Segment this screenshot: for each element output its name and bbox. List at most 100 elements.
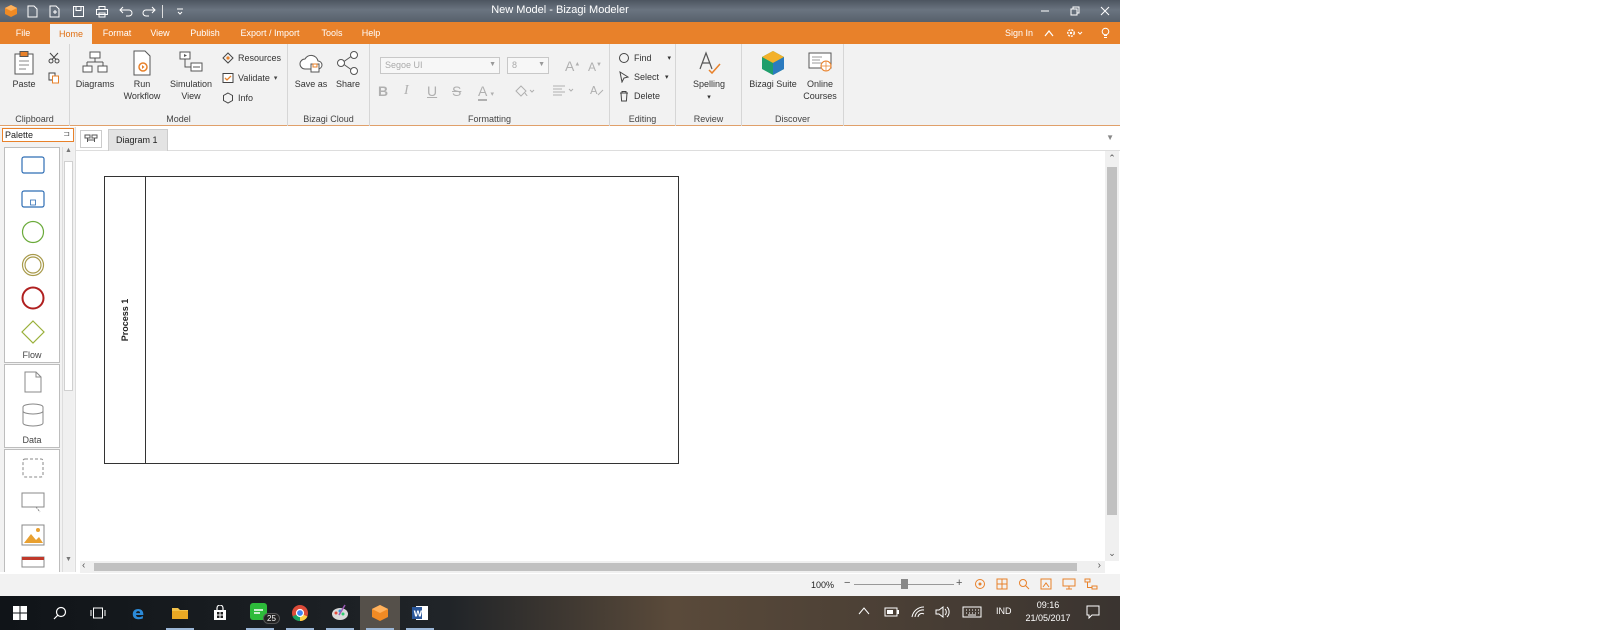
data-store-icon[interactable] bbox=[5, 403, 61, 427]
zoom-slider[interactable] bbox=[854, 579, 954, 589]
scroll-down-icon[interactable]: ⌄ bbox=[1105, 548, 1119, 559]
italic-icon[interactable]: I bbox=[404, 83, 409, 99]
run-workflow-button[interactable]: Run Workflow bbox=[120, 50, 164, 102]
horizontal-scroll-thumb[interactable] bbox=[94, 563, 1077, 571]
store-icon[interactable] bbox=[200, 596, 240, 630]
underline-icon[interactable]: U bbox=[427, 83, 437, 99]
spelling-dropdown-icon[interactable]: ▾ bbox=[707, 94, 711, 101]
header-shape-icon[interactable] bbox=[5, 556, 61, 568]
pool[interactable]: Process 1 bbox=[104, 176, 679, 464]
pool-header[interactable]: Process 1 bbox=[105, 177, 146, 463]
bizagi-suite-button[interactable]: Bizagi Suite bbox=[746, 50, 800, 90]
task-view-icon[interactable] bbox=[78, 596, 118, 630]
language-indicator[interactable]: IND bbox=[996, 606, 1012, 616]
select-dropdown-icon[interactable]: ▾ bbox=[665, 73, 669, 81]
bizagi-modeler-taskbar-icon[interactable] bbox=[360, 596, 400, 630]
tab-tools[interactable]: Tools bbox=[312, 22, 352, 44]
share-button[interactable]: Share bbox=[330, 50, 366, 90]
tab-view[interactable]: View bbox=[142, 22, 178, 44]
wifi-icon[interactable] bbox=[910, 605, 926, 622]
font-name-select[interactable]: Segoe UI ▼ bbox=[380, 57, 500, 74]
diagrams-button[interactable]: Diagrams bbox=[74, 50, 116, 90]
tab-home[interactable]: Home bbox=[50, 24, 92, 44]
zoom-magnifier-icon[interactable] bbox=[1018, 578, 1030, 593]
canvas-vertical-scrollbar[interactable]: ⌃ ⌄ bbox=[1105, 151, 1119, 561]
scroll-up-arrow-icon[interactable]: ▲ bbox=[63, 147, 74, 159]
zoom-region-icon[interactable] bbox=[1040, 578, 1052, 593]
find-button[interactable]: Find ▾ bbox=[618, 50, 671, 66]
clock[interactable]: 09:16 21/05/2017 bbox=[1020, 599, 1076, 625]
spelling-button[interactable]: Spelling ▾ bbox=[686, 50, 732, 104]
restore-button[interactable] bbox=[1060, 0, 1090, 22]
zoom-out-icon[interactable]: − bbox=[844, 577, 850, 589]
strikethrough-icon[interactable]: S bbox=[452, 83, 461, 99]
pin-icon[interactable]: ⊐ bbox=[63, 129, 70, 138]
fill-color-icon[interactable] bbox=[514, 84, 536, 101]
tab-file[interactable]: File bbox=[0, 22, 46, 44]
diagram-canvas[interactable]: Process 1 bbox=[76, 151, 1105, 561]
overview-map-icon[interactable] bbox=[1084, 578, 1098, 593]
tab-diagram-1[interactable]: Diagram 1 bbox=[108, 129, 168, 151]
tab-publish[interactable]: Publish bbox=[182, 22, 228, 44]
sign-in-link[interactable]: Sign In bbox=[998, 22, 1040, 44]
tab-help[interactable]: Help bbox=[354, 22, 388, 44]
annotation-icon[interactable] bbox=[5, 492, 61, 514]
line-messenger-icon[interactable]: 25 bbox=[240, 596, 280, 630]
start-event-icon[interactable] bbox=[5, 220, 61, 244]
copy-button[interactable] bbox=[48, 70, 60, 86]
subprocess-shape-icon[interactable] bbox=[5, 190, 61, 208]
image-icon[interactable] bbox=[5, 524, 61, 546]
palette-scrollbar[interactable]: ▲ ▼ bbox=[62, 147, 74, 572]
windows-start-icon[interactable] bbox=[0, 596, 40, 630]
zoom-in-icon[interactable]: + bbox=[956, 577, 962, 589]
tabs-dropdown-icon[interactable]: ▼ bbox=[1106, 133, 1114, 142]
tab-export-import[interactable]: Export / Import bbox=[232, 22, 308, 44]
gateway-icon[interactable] bbox=[5, 320, 61, 344]
search-icon[interactable] bbox=[40, 596, 80, 630]
edge-browser-icon[interactable]: e bbox=[120, 596, 160, 630]
select-button[interactable]: Select ▾ bbox=[618, 69, 669, 85]
font-size-select[interactable]: 8 ▼ bbox=[507, 57, 549, 74]
shrink-font-icon[interactable]: A▼ bbox=[588, 60, 602, 74]
tab-format[interactable]: Format bbox=[96, 22, 138, 44]
palette-scroll-thumb[interactable] bbox=[64, 161, 73, 391]
close-button[interactable] bbox=[1090, 0, 1120, 22]
zoom-slider-thumb[interactable] bbox=[900, 579, 908, 589]
scroll-up-icon[interactable]: ⌃ bbox=[1105, 153, 1119, 164]
volume-icon[interactable] bbox=[935, 605, 951, 622]
intermediate-event-icon[interactable] bbox=[5, 253, 61, 277]
clear-format-icon[interactable]: A bbox=[590, 84, 604, 99]
presentation-icon[interactable] bbox=[1062, 578, 1076, 593]
info-button[interactable]: Info bbox=[222, 90, 253, 106]
settings-gear-icon[interactable] bbox=[1062, 22, 1088, 44]
data-object-icon[interactable] bbox=[5, 371, 61, 393]
simulation-view-button[interactable]: Simulation View bbox=[166, 50, 216, 102]
online-courses-button[interactable]: Online Courses bbox=[800, 50, 840, 102]
delete-button[interactable]: Delete bbox=[618, 88, 660, 104]
paste-button[interactable]: Paste bbox=[6, 50, 42, 90]
end-event-icon[interactable] bbox=[5, 286, 61, 310]
chrome-browser-icon[interactable] bbox=[280, 596, 320, 630]
keyboard-icon[interactable] bbox=[962, 606, 982, 621]
vertical-scroll-thumb[interactable] bbox=[1107, 167, 1117, 515]
validate-button[interactable]: Validate ▾ bbox=[222, 70, 277, 86]
minimize-button[interactable] bbox=[1030, 0, 1060, 22]
diagram-navigator-icon[interactable] bbox=[80, 130, 102, 148]
font-color-icon[interactable]: A ▾ bbox=[478, 83, 494, 101]
battery-icon[interactable] bbox=[884, 607, 900, 620]
resources-button[interactable]: Resources bbox=[222, 50, 281, 66]
align-icon[interactable] bbox=[552, 84, 576, 99]
fit-to-page-icon[interactable] bbox=[996, 578, 1008, 593]
bold-icon[interactable]: B bbox=[378, 83, 388, 99]
find-dropdown-icon[interactable]: ▾ bbox=[668, 54, 672, 62]
collapse-ribbon-icon[interactable] bbox=[1040, 22, 1058, 44]
action-center-icon[interactable] bbox=[1086, 605, 1100, 622]
cut-button[interactable] bbox=[48, 50, 60, 66]
scroll-right-icon[interactable]: › bbox=[1098, 560, 1101, 571]
group-shape-icon[interactable] bbox=[5, 458, 61, 478]
scroll-down-arrow-icon[interactable]: ▼ bbox=[63, 556, 74, 568]
file-explorer-icon[interactable] bbox=[160, 596, 200, 630]
show-hidden-icons-icon[interactable] bbox=[858, 606, 870, 619]
paint-app-icon[interactable] bbox=[320, 596, 360, 630]
scroll-left-icon[interactable]: ‹ bbox=[82, 560, 85, 571]
